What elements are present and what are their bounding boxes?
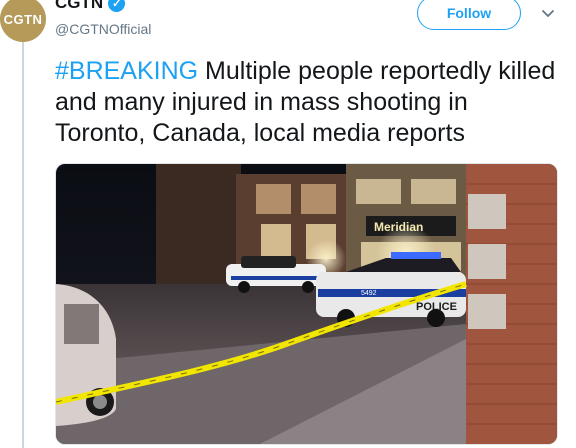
car-number: 5492 <box>361 290 377 297</box>
follow-button[interactable]: Follow <box>417 0 521 30</box>
tweet-text: #BREAKING Multiple people reportedly kil… <box>55 56 560 149</box>
avatar-label: CGTN <box>3 11 43 27</box>
display-name[interactable]: CGTN ✓ <box>55 0 126 13</box>
chevron-down-icon[interactable] <box>539 5 557 23</box>
avatar[interactable]: CGTN <box>0 0 46 42</box>
thread-line <box>22 40 24 448</box>
user-handle[interactable]: @CGTNOfficial <box>55 21 151 37</box>
hashtag-link[interactable]: #BREAKING <box>55 57 198 85</box>
tweet-media-photo[interactable]: Meridian 5492 <box>55 163 558 445</box>
verified-badge-icon: ✓ <box>108 0 126 12</box>
crime-scene-photo: Meridian 5492 <box>56 164 557 444</box>
display-name-text: CGTN <box>55 0 104 12</box>
